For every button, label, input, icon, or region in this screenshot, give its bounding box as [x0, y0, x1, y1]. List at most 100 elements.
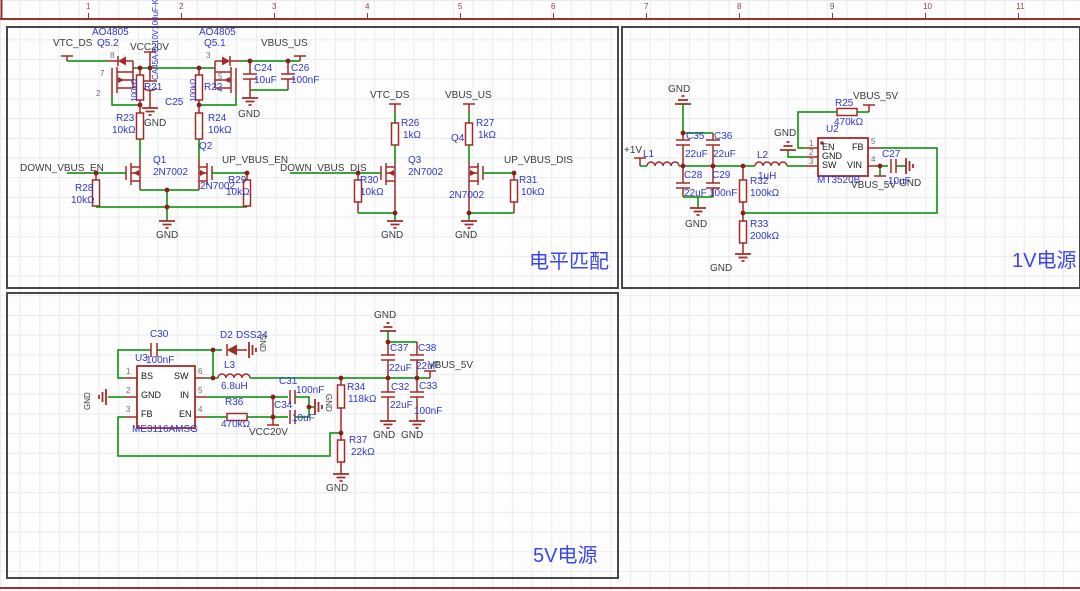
- des-r21[interactable]: R21: [144, 83, 162, 93]
- val-r36[interactable]: 470kΩ: [221, 420, 250, 430]
- net-vbus5v-r25[interactable]: VBUS_5V: [853, 92, 898, 102]
- val-r33[interactable]: 200kΩ: [750, 232, 779, 242]
- gnd-symbol-c27[interactable]: [906, 158, 913, 174]
- val-r30[interactable]: 10kΩ: [360, 188, 384, 198]
- part-u3[interactable]: ME3116AMSG: [132, 425, 198, 435]
- des-c38[interactable]: C38: [418, 344, 436, 354]
- part-q5-2[interactable]: AO4805: [92, 28, 129, 38]
- net-gnd-c25[interactable]: GND: [144, 119, 166, 129]
- val-c32[interactable]: 22uF: [390, 401, 413, 411]
- des-d2[interactable]: D2: [220, 331, 233, 341]
- part-c25[interactable]: CA45A-B-10V100uF-K: [152, 4, 160, 80]
- inductor-l2[interactable]: [755, 162, 787, 166]
- net-gnd-1v-top[interactable]: GND: [668, 85, 690, 95]
- gnd-symbol-lm-left[interactable]: [159, 221, 175, 228]
- des-c31[interactable]: C31: [279, 377, 297, 387]
- net-vtc-ds-1[interactable]: VTC_DS: [53, 39, 92, 49]
- des-r30[interactable]: R30: [360, 176, 378, 186]
- val-r24[interactable]: 10kΩ: [208, 126, 232, 136]
- wire[interactable]: [207, 350, 218, 378]
- inductor-l3[interactable]: [218, 374, 250, 378]
- ic-u3[interactable]: [125, 366, 207, 428]
- net-gnd-u2[interactable]: GND: [774, 129, 796, 139]
- wire[interactable]: [388, 331, 417, 342]
- pinnum-u3-5[interactable]: 5: [198, 387, 202, 395]
- pinnum-u2-3[interactable]: 3: [809, 158, 813, 166]
- val-r21[interactable]: 100kΩ: [131, 72, 139, 102]
- net-gnd-c34[interactable]: GND: [324, 394, 332, 420]
- resistor-r37[interactable]: [338, 433, 345, 474]
- val-c34[interactable]: 10uF: [292, 414, 315, 424]
- des-c29[interactable]: C29: [712, 171, 730, 181]
- transistor-q4[interactable]: [469, 162, 483, 213]
- des-r23[interactable]: R23: [116, 114, 134, 124]
- val-c35[interactable]: 22uF: [685, 150, 708, 160]
- net-gnd-q3[interactable]: GND: [381, 231, 403, 241]
- val-q3[interactable]: 2N7002: [408, 168, 443, 178]
- net-gnd-c37-top[interactable]: GND: [374, 311, 396, 321]
- gnd-symbol-q4[interactable]: [461, 221, 477, 228]
- val-r31[interactable]: 10kΩ: [521, 188, 545, 198]
- wire[interactable]: [880, 166, 906, 176]
- pin-u2-fb[interactable]: FB: [852, 143, 864, 152]
- gnd-symbol-1v-caps[interactable]: [690, 208, 706, 215]
- des-c32[interactable]: C32: [391, 383, 409, 393]
- des-q3[interactable]: Q3: [408, 156, 421, 166]
- wire[interactable]: [199, 96, 236, 105]
- pinnum-q5-2-2[interactable]: 2: [96, 90, 100, 98]
- gnd-symbol-c32[interactable]: [380, 421, 396, 428]
- des-r36[interactable]: R36: [225, 398, 243, 408]
- gnd-symbol-c24[interactable]: [242, 90, 258, 105]
- des-r27[interactable]: R27: [476, 119, 494, 129]
- pin-u2-vin[interactable]: VIN: [847, 161, 862, 170]
- pinnum-u2-5[interactable]: 5: [871, 138, 875, 146]
- val-r37[interactable]: 22kΩ: [351, 448, 375, 458]
- pinnum-q5-1-4[interactable]: 4: [218, 86, 222, 94]
- des-q5-2[interactable]: Q5.2: [97, 39, 119, 49]
- pin-u3-en[interactable]: EN: [179, 410, 192, 419]
- net-vcc20v-1[interactable]: VCC20V: [130, 43, 169, 53]
- val-r28[interactable]: 10kΩ: [71, 196, 95, 206]
- net-gnd-lm-left[interactable]: GND: [156, 231, 178, 241]
- val-c29[interactable]: 100nF: [709, 189, 737, 199]
- des-c34[interactable]: C34: [274, 401, 292, 411]
- des-c24[interactable]: C24: [254, 64, 272, 74]
- pinnum-u3-6[interactable]: 6: [198, 368, 202, 376]
- des-q5-1[interactable]: Q5.1: [204, 39, 226, 49]
- pinnum-u3-1[interactable]: 1: [126, 368, 130, 376]
- des-r34[interactable]: R34: [347, 383, 365, 393]
- pinnum-u3-4[interactable]: 4: [198, 406, 202, 414]
- resistor-r24[interactable]: [196, 105, 203, 139]
- gnd-symbol-c33[interactable]: [409, 421, 425, 428]
- net-gnd-r33[interactable]: GND: [710, 264, 732, 274]
- net-gnd-c32[interactable]: GND: [373, 431, 395, 441]
- pin-u3-gnd[interactable]: GND: [141, 391, 161, 400]
- pin-u2-sw[interactable]: SW: [822, 161, 837, 170]
- val-c33[interactable]: 100nF: [414, 407, 442, 417]
- des-r29[interactable]: R29: [228, 176, 246, 186]
- gnd-symbol-r37[interactable]: [333, 474, 349, 481]
- wire[interactable]: [469, 213, 514, 221]
- val-r25[interactable]: 470kΩ: [834, 118, 863, 128]
- net-vbus5v-out[interactable]: VBUS_5V: [428, 361, 473, 371]
- des-r25[interactable]: R25: [835, 99, 853, 109]
- net-vbus-us-2[interactable]: VBUS_US: [445, 91, 492, 101]
- val-c28[interactable]: 22uF: [684, 189, 707, 199]
- gnd-symbol-d2[interactable]: [249, 342, 256, 358]
- resistor-r32[interactable]: [740, 166, 747, 213]
- val-r29[interactable]: 10kΩ: [226, 188, 250, 198]
- resistor-r25[interactable]: [837, 109, 857, 116]
- resistor-r34[interactable]: [338, 378, 345, 433]
- diode-d2[interactable]: [227, 344, 247, 356]
- net-port-vbus5v-r25[interactable]: [863, 105, 875, 112]
- pin-u3-fb[interactable]: FB: [141, 410, 153, 419]
- part-q5-1[interactable]: AO4805: [199, 28, 236, 38]
- pinnum-u2-4[interactable]: 4: [871, 156, 875, 164]
- val-c31[interactable]: 100nF: [296, 386, 324, 396]
- capacitor-c27[interactable]: [891, 159, 896, 173]
- val-c24[interactable]: 10uF: [254, 76, 277, 86]
- pinnum-u2-1[interactable]: 1: [809, 140, 813, 148]
- transistor-q1[interactable]: [126, 158, 140, 190]
- wire[interactable]: [96, 190, 247, 221]
- des-r31[interactable]: R31: [519, 176, 537, 186]
